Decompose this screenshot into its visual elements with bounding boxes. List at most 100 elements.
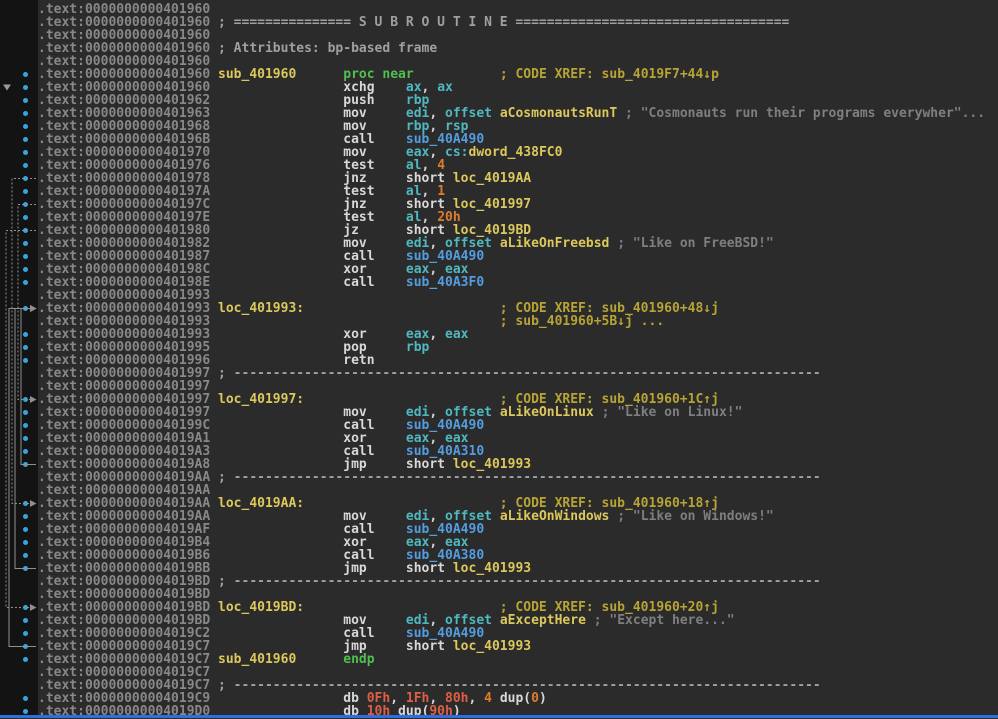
address-dot-icon[interactable] [23, 358, 28, 363]
gutter-cell [0, 692, 38, 705]
line-content: call sub_40A3F0 [210, 275, 484, 290]
line-content: ; =============== S U B R O U T I N E ==… [210, 15, 789, 30]
gutter-cell [0, 42, 38, 55]
address-dot-icon[interactable] [23, 410, 28, 415]
xref-comment[interactable]: ; sub_401960+5B↓j ... [500, 314, 664, 329]
operand-symbol[interactable]: aLikeOnFreebsd [500, 236, 610, 251]
address-dot-icon[interactable] [23, 332, 28, 337]
address-dot-icon[interactable] [23, 137, 28, 142]
address-dot-icon[interactable] [23, 306, 28, 311]
operand: , [429, 327, 445, 342]
operand: cs: [445, 145, 468, 160]
string-comment: ; "Cosmonauts run their programs everywh… [625, 106, 985, 121]
operand-symbol[interactable]: aLikeOnLinux [500, 405, 594, 420]
address-dot-icon[interactable] [23, 514, 28, 519]
address-dot-icon[interactable] [23, 501, 28, 506]
gutter-cell [0, 3, 38, 16]
gutter-cell [0, 471, 38, 484]
gutter-cell [0, 393, 38, 406]
operand-symbol[interactable]: loc_401993 [453, 639, 531, 654]
gutter-cell [0, 185, 38, 198]
address-dot-icon[interactable] [23, 566, 28, 571]
comment-text: ; --------------------------------------… [218, 470, 821, 485]
address-dot-icon[interactable] [23, 254, 28, 259]
spacer [586, 613, 594, 628]
address-dot-icon[interactable] [23, 436, 28, 441]
address-dot-icon[interactable] [23, 124, 28, 129]
operand-symbol[interactable]: aLikeOnWindows [500, 509, 610, 524]
operand-symbol[interactable]: aExceptHere [500, 613, 586, 628]
gutter-cell [0, 341, 38, 354]
gutter-cell [0, 484, 38, 497]
address-dot-icon[interactable] [23, 280, 28, 285]
gutter-cell [0, 81, 38, 94]
address-dot-icon[interactable] [23, 423, 28, 428]
gutter-cell [0, 172, 38, 185]
gutter-cell [0, 94, 38, 107]
address-dot-icon[interactable] [23, 163, 28, 168]
spacer [594, 405, 602, 420]
gutter-cell [0, 575, 38, 588]
address-dot-icon[interactable] [23, 553, 28, 558]
comment-text: ; --------------------------------------… [218, 574, 821, 589]
gutter-cell [0, 55, 38, 68]
address-dot-icon[interactable] [23, 631, 28, 636]
operand-symbol[interactable]: sub_40A3F0 [406, 275, 484, 290]
operand: ) [539, 691, 547, 706]
address-dot-icon[interactable] [23, 696, 28, 701]
operand: ax [437, 80, 453, 95]
address-dot-icon[interactable] [23, 397, 28, 402]
operand-symbol[interactable]: loc_401997 [453, 197, 531, 212]
gutter-cell [0, 120, 38, 133]
function-name[interactable]: sub_401960 [218, 652, 296, 667]
address-dot-icon[interactable] [23, 176, 28, 181]
operand [492, 691, 500, 706]
line-content: ; --------------------------------------… [210, 366, 820, 381]
string-comment: ; "Like on Linux!" [602, 405, 743, 420]
spacer [617, 106, 625, 121]
gutter-cell [0, 107, 38, 120]
ida-disassembly-window: .text:0000000000401960 .text:00000000004… [0, 0, 998, 718]
address-dot-icon[interactable] [23, 189, 28, 194]
string-comment: ; "Like on FreeBSD!" [617, 236, 774, 251]
gutter-cell [0, 315, 38, 328]
address-dot-icon[interactable] [23, 215, 28, 220]
address-dot-icon[interactable] [23, 202, 28, 207]
gutter-cell [0, 536, 38, 549]
address-dot-icon[interactable] [23, 540, 28, 545]
gutter-cell [0, 29, 38, 42]
address-dot-icon[interactable] [23, 644, 28, 649]
comment-text: ; Attributes: bp-based frame [218, 41, 437, 56]
gutter-cell [0, 328, 38, 341]
operand-symbol[interactable]: dword_438FC0 [469, 145, 563, 160]
address-dot-icon[interactable] [23, 111, 28, 116]
gutter-cell [0, 133, 38, 146]
address-dot-icon[interactable] [23, 228, 28, 233]
address-dot-icon[interactable] [23, 85, 28, 90]
address-dot-icon[interactable] [23, 709, 28, 714]
address-dot-icon[interactable] [23, 241, 28, 246]
address-dot-icon[interactable] [23, 98, 28, 103]
address-dot-icon[interactable] [23, 527, 28, 532]
address-dot-icon[interactable] [23, 449, 28, 454]
operand: rbp [406, 340, 429, 355]
xref-comment[interactable]: ; CODE XREF: sub_4019F7+44↓p [500, 67, 719, 82]
gutter-cell [0, 250, 38, 263]
gutter-cell [0, 445, 38, 458]
operand: eax [445, 327, 468, 342]
address-dot-icon[interactable] [23, 605, 28, 610]
address-dot-icon[interactable] [23, 72, 28, 77]
operand-symbol[interactable]: aCosmonautsRunT [500, 106, 617, 121]
operand-symbol[interactable]: loc_4019AA [453, 171, 531, 186]
address-dot-icon[interactable] [23, 657, 28, 662]
address-dot-icon[interactable] [23, 618, 28, 623]
gutter-cell [0, 562, 38, 575]
gutter-cell [0, 16, 38, 29]
address-dot-icon[interactable] [23, 150, 28, 155]
address-dot-icon[interactable] [23, 462, 28, 467]
comment-text: ; =============== S U B R O U T I N E ==… [218, 15, 789, 30]
gutter-cell [0, 549, 38, 562]
address-dot-icon[interactable] [23, 345, 28, 350]
address-dot-icon[interactable] [23, 267, 28, 272]
mnemonic: call [343, 275, 406, 290]
